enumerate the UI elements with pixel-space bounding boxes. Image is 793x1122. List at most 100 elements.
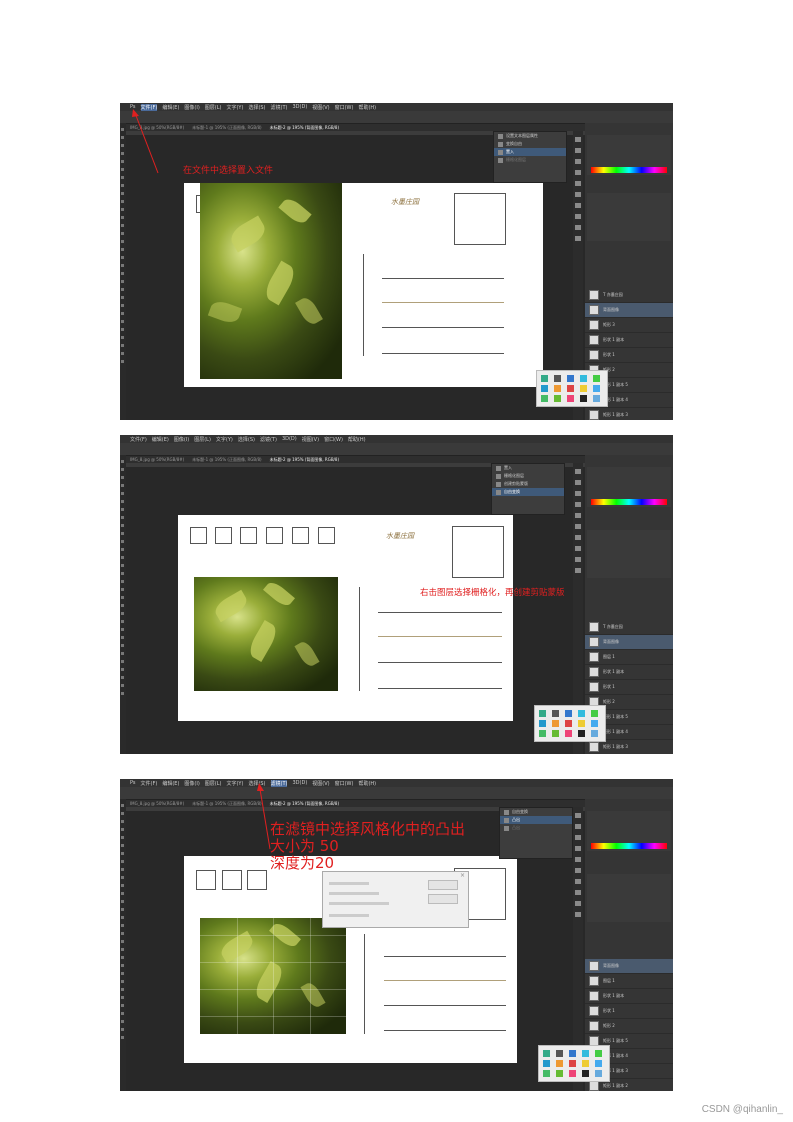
tab[interactable]: IMG_8.jpg @ 50%(RGB/8#)	[130, 801, 184, 806]
tab[interactable]: IMG_8.jpg @ 50%(RGB/8#)	[130, 457, 184, 462]
layer-row[interactable]: 背面图像	[585, 635, 673, 650]
address-line	[378, 612, 502, 613]
layer-row[interactable]: T 亦墨庄园	[585, 620, 673, 635]
menu-item[interactable]: 编辑(E)	[162, 780, 179, 787]
history-item[interactable]: 自由变换	[500, 808, 572, 816]
history-item[interactable]: 设置文本图层属性	[494, 132, 566, 140]
tab[interactable]: 未标题-1 @ 195% (正面图像, RGB/8)	[192, 125, 261, 131]
layer-row[interactable]: 背面图像	[585, 303, 673, 318]
menu-item[interactable]: 文件(F)	[141, 780, 158, 787]
address-line	[384, 956, 506, 957]
postage-box	[452, 526, 504, 578]
menu-item[interactable]: 图像(I)	[184, 104, 199, 111]
menu-item[interactable]: 图像(I)	[174, 436, 189, 443]
menu-item[interactable]: 编辑(E)	[152, 436, 169, 443]
postcode-box	[196, 870, 216, 890]
history-item[interactable]: 凸出	[500, 816, 572, 824]
tab[interactable]: 未标题-2 @ 195% (背面图像, RGB/8)	[270, 801, 339, 807]
history-item[interactable]: 变换自由	[494, 140, 566, 148]
layer-row[interactable]: 形状 1 副本	[585, 665, 673, 680]
postcode-box	[222, 870, 242, 890]
ok-button[interactable]	[428, 880, 458, 890]
leaf-photo	[200, 183, 342, 379]
tab[interactable]: 未标题-1 @ 195% (正面图像, RGB/8)	[192, 801, 261, 807]
menu-item[interactable]: 文字(Y)	[216, 436, 233, 443]
toolbox	[120, 455, 126, 754]
menu-item[interactable]: 窗口(W)	[335, 780, 354, 787]
postcard-title: 水墨庄园	[386, 532, 414, 540]
layer-row[interactable]: 形状 1	[585, 1004, 673, 1019]
annotation: 右击图层选择栅格化，再创建剪贴蒙版	[420, 588, 565, 598]
close-icon[interactable]: ×	[460, 872, 465, 879]
history-item[interactable]: 置入	[494, 148, 566, 156]
menu-item[interactable]: 图像(I)	[184, 780, 199, 787]
menu-item[interactable]: 窗口(W)	[335, 104, 354, 111]
layer-row[interactable]: 矩形 1 副本 3	[585, 408, 673, 420]
layer-row[interactable]: T 亦墨庄园	[585, 288, 673, 303]
color-panel	[587, 811, 671, 851]
layer-row[interactable]: 图层 1	[585, 974, 673, 989]
menu-item[interactable]: 文字(Y)	[226, 780, 243, 787]
menu-item[interactable]: 3D(D)	[292, 104, 307, 110]
layer-row[interactable]: 矩形 3	[585, 318, 673, 333]
history-item[interactable]: 创建剪贴蒙版	[492, 480, 564, 488]
color-spectrum[interactable]	[591, 843, 667, 849]
history-panel: 置入 栅格化图层 创建剪贴蒙版 自由变换	[491, 463, 565, 515]
color-panel	[587, 135, 671, 175]
menu-item[interactable]: 选择(S)	[238, 436, 255, 443]
address-line	[378, 688, 502, 689]
address-line	[384, 1030, 506, 1031]
address-line	[378, 662, 502, 663]
layer-row[interactable]: 矩形 1 副本 3	[585, 740, 673, 754]
menu-item[interactable]: Ps	[130, 780, 136, 786]
menu-item[interactable]: 3D(D)	[282, 436, 297, 442]
menu-item[interactable]: 文件(F)	[130, 436, 147, 443]
tab[interactable]: 未标题-2 @ 195% (背面图像, RGB/8)	[270, 457, 339, 463]
tab[interactable]: 未标题-1 @ 195% (正面图像, RGB/8)	[192, 457, 261, 463]
layer-row[interactable]: 形状 1	[585, 680, 673, 695]
menu-item[interactable]: 文字(Y)	[226, 104, 243, 111]
layer-row[interactable]: 形状 1 副本	[585, 333, 673, 348]
address-line	[382, 278, 504, 279]
menu-item[interactable]: 帮助(H)	[358, 104, 376, 111]
address-line	[382, 327, 504, 328]
postcode-box	[247, 870, 267, 890]
history-item[interactable]: 栅格化图层	[492, 472, 564, 480]
layer-row[interactable]: 形状 1	[585, 348, 673, 363]
floating-icon-palette	[534, 705, 606, 742]
history-item[interactable]: 栅格化图层	[494, 156, 566, 164]
layer-row[interactable]: 背面图像	[585, 959, 673, 974]
layer-row[interactable]: 矩形 2	[585, 1019, 673, 1034]
menu-item[interactable]: 图层(L)	[205, 104, 222, 111]
postcode-box	[292, 527, 309, 544]
menu-item[interactable]: 图层(L)	[205, 780, 222, 787]
menu-item[interactable]: 视图(V)	[312, 780, 329, 787]
annotation-line: 大小为 50	[270, 837, 339, 855]
color-spectrum[interactable]	[591, 167, 667, 173]
menu-item[interactable]: 选择(S)	[248, 104, 265, 111]
menu-item[interactable]: 滤镜(T)	[260, 436, 277, 443]
layer-row[interactable]: 图层 1	[585, 650, 673, 665]
color-spectrum[interactable]	[591, 499, 667, 505]
menu-item[interactable]: 帮助(H)	[358, 780, 376, 787]
tab[interactable]: 未标题-2 @ 195% (背面图像, RGB/8)	[270, 125, 339, 131]
menu-item[interactable]: 图层(L)	[194, 436, 211, 443]
document-tabs: IMG_8.jpg @ 50%(RGB/8#) 未标题-1 @ 195% (正面…	[126, 800, 593, 807]
menu-item[interactable]: 滤镜(T)	[271, 104, 288, 111]
history-item[interactable]: 自由变换	[492, 488, 564, 496]
history-item[interactable]: 凸出	[500, 824, 572, 832]
history-item[interactable]: 置入	[492, 464, 564, 472]
postcard: 水墨庄园	[184, 183, 543, 387]
layer-row[interactable]: 形状 1 副本	[585, 989, 673, 1004]
cancel-button[interactable]	[428, 894, 458, 904]
adjustments-panel	[587, 193, 671, 241]
menu-item[interactable]: 窗口(W)	[324, 436, 343, 443]
floating-icon-palette	[536, 370, 608, 407]
menu-item[interactable]: 视图(V)	[312, 104, 329, 111]
postage-box	[454, 193, 506, 245]
menu-item[interactable]: 帮助(H)	[348, 436, 366, 443]
postcode-box	[266, 527, 283, 544]
annotation-line: 深度为20	[270, 854, 335, 872]
menu-item[interactable]: 3D(D)	[292, 780, 307, 786]
menu-item[interactable]: 视图(V)	[302, 436, 319, 443]
